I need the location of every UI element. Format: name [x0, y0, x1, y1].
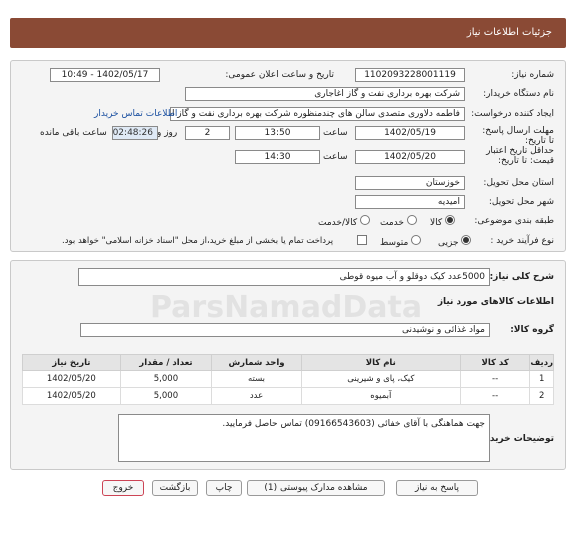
- announce-label: تاریخ و ساعت اعلان عمومی:: [225, 70, 334, 80]
- cell-date: 1402/05/20: [22, 370, 121, 388]
- goods-table: ردیف کد کالا نام کالا واحد شمارش تعداد /…: [22, 354, 554, 405]
- deadline-label: مهلت ارسال پاسخ: تا تاریخ:: [482, 126, 554, 146]
- buyer-notes-field: جهت هماهنگی با آقای خفائی (09166543603) …: [118, 414, 490, 462]
- description-label: شرح کلی نیاز:: [489, 272, 554, 282]
- radio-unselected-icon[interactable]: [406, 215, 417, 225]
- description-field: 5000عدد کیک دوقلو و آب میوه قوطی: [78, 268, 490, 286]
- goods-table-container: ردیف کد کالا نام کالا واحد شمارش تعداد /…: [22, 354, 554, 405]
- days-label: روز و: [157, 128, 178, 138]
- column-header: کد کالا: [459, 354, 531, 371]
- group-label: گروه کالا:: [510, 325, 554, 335]
- city-field: امیدیه: [355, 195, 465, 209]
- column-header: تاریخ نیاز: [22, 354, 121, 371]
- cell-unit: عدد: [211, 387, 302, 405]
- process-type-label: نوع فرآیند خرید :: [490, 236, 554, 246]
- remaining-label: ساعت باقی مانده: [40, 128, 107, 138]
- process-option-medium[interactable]: متوسط: [380, 235, 422, 248]
- column-header: نام کالا: [300, 354, 461, 371]
- cell-quantity: 5,000: [119, 370, 213, 388]
- reply-button[interactable]: پاسخ به نیاز: [396, 480, 478, 496]
- radio-unselected-icon[interactable]: [360, 215, 371, 225]
- column-header: واحد شمارش: [211, 354, 302, 371]
- category-label: طبقه بندی موضوعی:: [474, 216, 554, 226]
- need-number-label: شماره نیاز:: [511, 70, 554, 80]
- category-option-goods-service[interactable]: کالا/خدمت: [318, 215, 371, 228]
- category-option-goods[interactable]: کالا: [430, 215, 456, 228]
- page-title: جزئیات اطلاعات نیاز: [466, 27, 552, 38]
- cell-name: آبمیوه: [300, 387, 461, 405]
- city-label: شهر محل تحویل:: [488, 197, 554, 207]
- cell-quantity: 5,000: [119, 387, 213, 405]
- back-button[interactable]: بازگشت: [152, 480, 198, 496]
- buyer-org-field: شرکت بهره برداری نفت و گاز اغاجاری: [185, 87, 465, 101]
- province-label: استان محل تحویل:: [483, 178, 554, 188]
- validity-time-label: ساعت: [323, 152, 348, 162]
- radio-selected-icon[interactable]: [445, 215, 456, 225]
- category-option-goods-label: کالا: [430, 218, 443, 228]
- category-option-service-label: خدمت: [380, 218, 404, 228]
- treasury-payment-note: پرداخت تمام یا بخشی از مبلغ خرید،از محل …: [62, 236, 334, 246]
- category-option-service[interactable]: خدمت: [380, 215, 417, 228]
- cell-row-number: 1: [529, 370, 554, 388]
- process-option-minor-label: جزیی: [438, 238, 459, 248]
- radio-selected-icon[interactable]: [461, 235, 472, 245]
- page-header: جزئیات اطلاعات نیاز: [10, 18, 566, 48]
- category-option-goods-service-label: کالا/خدمت: [318, 218, 358, 228]
- exit-button[interactable]: خروج: [102, 480, 144, 496]
- radio-unselected-icon[interactable]: [411, 235, 422, 245]
- cell-row-number: 2: [529, 387, 554, 405]
- process-option-minor[interactable]: جزیی: [438, 235, 472, 248]
- countdown-timer: 02:48:26: [112, 126, 158, 140]
- print-button[interactable]: چاپ: [206, 480, 242, 496]
- process-option-medium-label: متوسط: [380, 238, 409, 248]
- validity-time-field: 14:30: [235, 150, 320, 164]
- province-field: خوزستان: [355, 176, 465, 190]
- cell-code: --: [459, 387, 531, 405]
- contact-info-link[interactable]: اطلاعات تماس خریدار: [94, 109, 177, 119]
- buyer-org-label: نام دستگاه خریدار:: [483, 89, 554, 99]
- deadline-time-label: ساعت: [323, 128, 348, 138]
- need-number-field: 1102093228001119: [355, 68, 465, 82]
- requester-field: فاطمه دلاوری متصدی سالن های چندمنظوره شر…: [170, 107, 465, 121]
- deadline-date-field: 1402/05/19: [355, 126, 465, 140]
- cell-date: 1402/05/20: [22, 387, 121, 405]
- cell-name: کیک، پای و شیرینی: [300, 370, 461, 388]
- group-field: مواد غذائی و نوشیدنی: [80, 323, 490, 337]
- days-field: 2: [185, 126, 230, 140]
- treasury-checkbox[interactable]: [357, 235, 367, 245]
- cell-unit: بسته: [211, 370, 302, 388]
- deadline-time-field: 13:50: [235, 126, 320, 140]
- cell-code: --: [459, 370, 531, 388]
- column-header: ردیف: [529, 354, 554, 371]
- validity-date-field: 1402/05/20: [355, 150, 465, 164]
- table-row[interactable]: 1 -- کیک، پای و شیرینی بسته 5,000 1402/0…: [22, 370, 554, 388]
- goods-section-title: اطلاعات کالاهای مورد نیاز: [437, 297, 554, 307]
- validity-label: حداقل تاریخ اعتبار قیمت: تا تاریخ:: [486, 146, 554, 166]
- attachments-button[interactable]: مشاهده مدارک پیوستی (1): [247, 480, 385, 496]
- table-row[interactable]: 2 -- آبمیوه عدد 5,000 1402/05/20: [22, 387, 554, 405]
- table-header-row: ردیف کد کالا نام کالا واحد شمارش تعداد /…: [22, 354, 554, 371]
- column-header: تعداد / مقدار: [119, 354, 213, 371]
- announce-field: 1402/05/17 - 10:49: [50, 68, 160, 82]
- requester-label: ایجاد کننده درخواست:: [471, 109, 554, 119]
